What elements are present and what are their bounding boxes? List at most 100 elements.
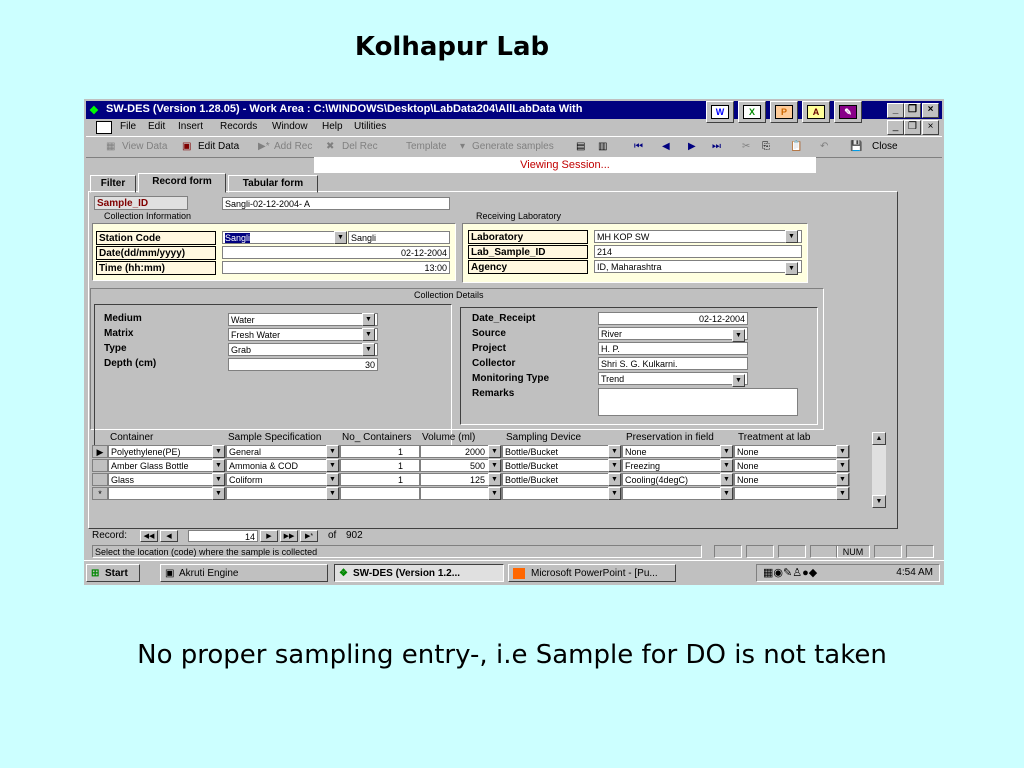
- type-field[interactable]: Grab: [228, 343, 378, 356]
- scroll-down-icon[interactable]: ▼: [872, 495, 886, 508]
- grid-cell[interactable]: 1: [340, 459, 420, 472]
- menu-edit[interactable]: Edit: [148, 121, 165, 132]
- grid-cell[interactable]: [734, 487, 850, 500]
- depth-field[interactable]: 30: [228, 358, 378, 371]
- paste-icon[interactable]: 📋: [790, 141, 802, 152]
- grid-cell[interactable]: Bottle/Bucket: [502, 459, 622, 472]
- cell-chevron-down-icon[interactable]: ▼: [326, 473, 339, 486]
- cell-chevron-down-icon[interactable]: ▼: [836, 473, 849, 486]
- agency-field[interactable]: ID, Maharashtra: [594, 260, 802, 273]
- undo-icon[interactable]: ↶: [820, 141, 828, 152]
- cell-chevron-down-icon[interactable]: ▼: [836, 487, 849, 500]
- collector-field[interactable]: Shri S. G. Kulkarni.: [598, 357, 748, 370]
- cell-chevron-down-icon[interactable]: ▼: [326, 445, 339, 458]
- grid-cell[interactable]: None: [734, 445, 850, 458]
- project-field[interactable]: H. P.: [598, 342, 748, 355]
- time-field[interactable]: 13:00: [222, 261, 450, 274]
- close-button[interactable]: Close: [872, 141, 898, 152]
- table-view-icon[interactable]: ▥: [598, 141, 607, 152]
- type-chevron-down-icon[interactable]: ▼: [362, 343, 375, 356]
- tray-icons[interactable]: ▦◉✎♙●◆: [763, 566, 817, 579]
- matrix-chevron-down-icon[interactable]: ▼: [362, 328, 375, 341]
- next-record-nav-icon[interactable]: ▶: [260, 530, 278, 542]
- grid-cell[interactable]: None: [734, 473, 850, 486]
- cell-chevron-down-icon[interactable]: ▼: [488, 473, 501, 486]
- cell-chevron-down-icon[interactable]: ▼: [212, 459, 225, 472]
- tab-filter[interactable]: Filter: [90, 175, 136, 193]
- grid-scrollbar[interactable]: ▲ ▼: [872, 432, 886, 508]
- grid-cell[interactable]: Bottle/Bucket: [502, 445, 622, 458]
- last-record-nav-icon[interactable]: ▶▶: [280, 530, 298, 542]
- edit-data-button[interactable]: Edit Data: [198, 141, 239, 152]
- generate-samples-button[interactable]: Generate samples: [472, 141, 554, 152]
- grid-cell[interactable]: 1: [340, 445, 420, 458]
- medium-field[interactable]: Water: [228, 313, 378, 326]
- next-record-icon[interactable]: ▶: [688, 141, 696, 152]
- form-view-icon[interactable]: ▤: [576, 141, 585, 152]
- cell-chevron-down-icon[interactable]: ▼: [836, 445, 849, 458]
- menu-file[interactable]: File: [120, 121, 136, 132]
- grid-cell[interactable]: Amber Glass Bottle: [108, 459, 226, 472]
- source-chevron-down-icon[interactable]: ▼: [732, 329, 745, 342]
- doc-close-icon[interactable]: ×: [922, 120, 939, 135]
- laboratory-chevron-down-icon[interactable]: ▼: [785, 230, 798, 243]
- grid-cell[interactable]: Coliform: [226, 473, 340, 486]
- grid-cell[interactable]: [108, 487, 226, 500]
- agency-chevron-down-icon[interactable]: ▼: [785, 262, 798, 275]
- grid-cell[interactable]: Glass: [108, 473, 226, 486]
- menu-utilities[interactable]: Utilities: [354, 121, 386, 132]
- scroll-up-icon[interactable]: ▲: [872, 432, 886, 445]
- record-number-field[interactable]: 14: [188, 530, 258, 542]
- grid-cell[interactable]: [502, 487, 622, 500]
- cut-icon[interactable]: ✂: [742, 141, 750, 152]
- last-record-icon[interactable]: ⏭: [712, 141, 721, 152]
- restore-icon[interactable]: ❐: [904, 103, 921, 118]
- cell-chevron-down-icon[interactable]: ▼: [608, 459, 621, 472]
- grid-cell[interactable]: Polyethylene(PE): [108, 445, 226, 458]
- cell-chevron-down-icon[interactable]: ▼: [608, 473, 621, 486]
- medium-chevron-down-icon[interactable]: ▼: [362, 313, 375, 326]
- start-button[interactable]: ⊞ Start: [86, 564, 140, 582]
- doc-restore-icon[interactable]: ❐: [904, 120, 921, 135]
- tab-record-form[interactable]: Record form: [138, 173, 226, 193]
- cell-chevron-down-icon[interactable]: ▼: [720, 487, 733, 500]
- grid-cell[interactable]: General: [226, 445, 340, 458]
- cell-chevron-down-icon[interactable]: ▼: [608, 445, 621, 458]
- menu-records[interactable]: Records: [220, 121, 257, 132]
- close-icon[interactable]: ×: [922, 103, 939, 118]
- row-selector[interactable]: ▶: [92, 445, 108, 458]
- menu-insert[interactable]: Insert: [178, 121, 203, 132]
- save-icon[interactable]: 💾: [850, 141, 862, 152]
- grid-cell[interactable]: None: [734, 459, 850, 472]
- station-name-field[interactable]: Sangli: [348, 231, 450, 244]
- task-akruti[interactable]: ▣ Akruti Engine: [160, 564, 328, 582]
- laboratory-field[interactable]: MH KOP SW: [594, 230, 802, 243]
- sample-id-field[interactable]: Sangli-02-12-2004- A: [222, 197, 450, 210]
- prev-record-nav-icon[interactable]: ◀: [160, 530, 178, 542]
- task-swdes[interactable]: ❖ SW-DES (Version 1.2...: [334, 564, 504, 582]
- monitoring-type-chevron-down-icon[interactable]: ▼: [732, 374, 745, 387]
- grid-cell[interactable]: [622, 487, 734, 500]
- cell-chevron-down-icon[interactable]: ▼: [212, 473, 225, 486]
- matrix-field[interactable]: Fresh Water: [228, 328, 378, 341]
- cell-chevron-down-icon[interactable]: ▼: [720, 445, 733, 458]
- cell-chevron-down-icon[interactable]: ▼: [326, 459, 339, 472]
- cell-chevron-down-icon[interactable]: ▼: [212, 487, 225, 500]
- remarks-field[interactable]: [598, 388, 798, 416]
- source-field[interactable]: River: [598, 327, 748, 340]
- grid-cell[interactable]: [226, 487, 340, 500]
- date-field[interactable]: 02-12-2004: [222, 246, 450, 259]
- doc-minimize-icon[interactable]: _: [887, 120, 904, 135]
- grid-cell[interactable]: Freezing: [622, 459, 734, 472]
- menu-help[interactable]: Help: [322, 121, 343, 132]
- copy-icon[interactable]: ⎘: [762, 141, 770, 152]
- task-powerpoint[interactable]: Microsoft PowerPoint - [Pu...: [508, 564, 676, 582]
- prev-record-icon[interactable]: ◀: [662, 141, 670, 152]
- cell-chevron-down-icon[interactable]: ▼: [836, 459, 849, 472]
- grid-cell[interactable]: Bottle/Bucket: [502, 473, 622, 486]
- add-rec-button[interactable]: Add Rec: [274, 141, 312, 152]
- del-rec-button[interactable]: Del Rec: [342, 141, 378, 152]
- first-record-icon[interactable]: ⏮: [634, 141, 643, 152]
- cell-chevron-down-icon[interactable]: ▼: [720, 459, 733, 472]
- tab-tabular-form[interactable]: Tabular form: [228, 175, 318, 193]
